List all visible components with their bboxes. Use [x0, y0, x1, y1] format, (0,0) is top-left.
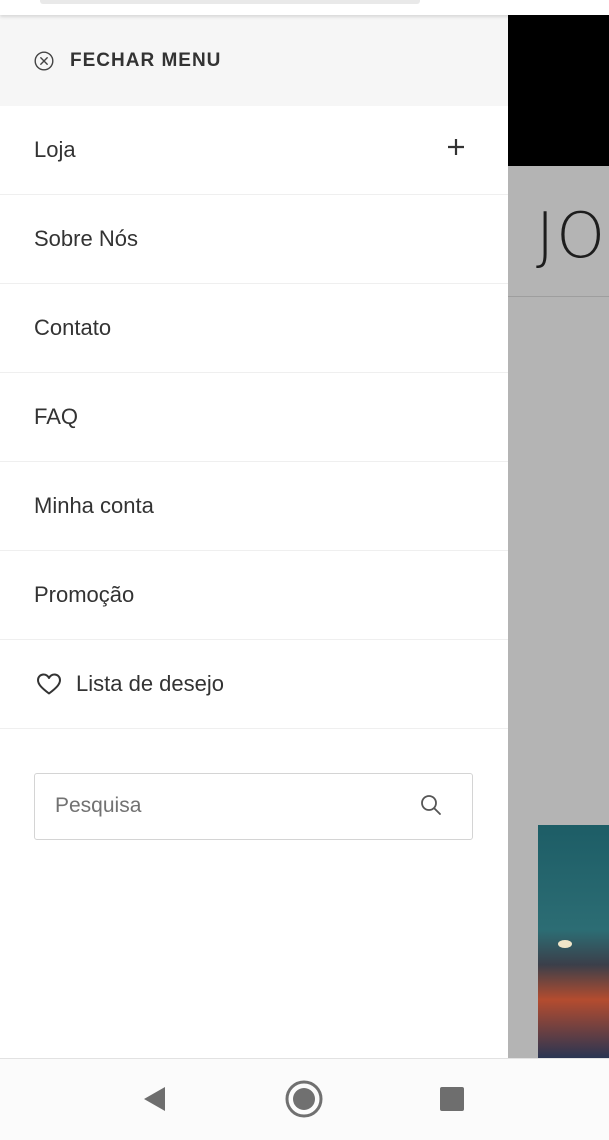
search-input[interactable]: [55, 774, 395, 837]
nav-back-button[interactable]: [134, 1079, 174, 1119]
status-strip: [0, 0, 609, 15]
close-menu-button[interactable]: FECHAR MENU: [0, 15, 508, 106]
menu-item-label: Sobre Nós: [34, 226, 138, 251]
menu-item-minha-conta[interactable]: Minha conta: [0, 462, 508, 551]
heart-icon: [37, 673, 61, 695]
circle-x-icon: [34, 50, 54, 71]
status-strip-pill: [40, 0, 420, 4]
banner-light: [558, 940, 572, 948]
circle-home-icon: [285, 1080, 323, 1118]
menu-item-sobre-nos[interactable]: Sobre Nós: [0, 195, 508, 284]
triangle-back-icon: [144, 1087, 165, 1111]
close-menu-label: FECHAR MENU: [70, 49, 222, 71]
menu-item-label: FAQ: [34, 404, 79, 429]
menu-item-promocao[interactable]: Promoção: [0, 551, 508, 640]
background-page[interactable]: JO: [508, 15, 609, 1058]
menu-item-label: Promoção: [34, 582, 135, 607]
search-box: [34, 773, 473, 840]
background-header: [508, 15, 609, 166]
menu-item-lista-de-desejo[interactable]: Lista de desejo: [0, 640, 508, 729]
menu-item-faq[interactable]: FAQ: [0, 373, 508, 462]
square-recents-icon: [440, 1087, 464, 1111]
background-logo: JO: [536, 199, 608, 272]
nav-home-button[interactable]: [284, 1079, 324, 1119]
system-nav-bar: [0, 1058, 609, 1140]
plus-icon[interactable]: [446, 137, 466, 157]
menu-item-loja[interactable]: Loja: [0, 106, 508, 195]
nav-recents-button[interactable]: [432, 1079, 472, 1119]
menu-item-label: Contato: [34, 315, 112, 340]
menu-item-label: Minha conta: [34, 493, 154, 518]
menu-item-label: Lista de desejo: [76, 671, 224, 696]
search-icon[interactable]: [420, 794, 442, 816]
menu-item-contato[interactable]: Contato: [0, 284, 508, 373]
background-banner-image: [538, 825, 609, 1058]
menu-item-label: Loja: [34, 137, 76, 162]
side-drawer: FECHAR MENU Loja Sobre Nós Contato FAQ M…: [0, 15, 508, 1058]
menu-list: Loja Sobre Nós Contato FAQ Minha conta P…: [0, 106, 508, 729]
